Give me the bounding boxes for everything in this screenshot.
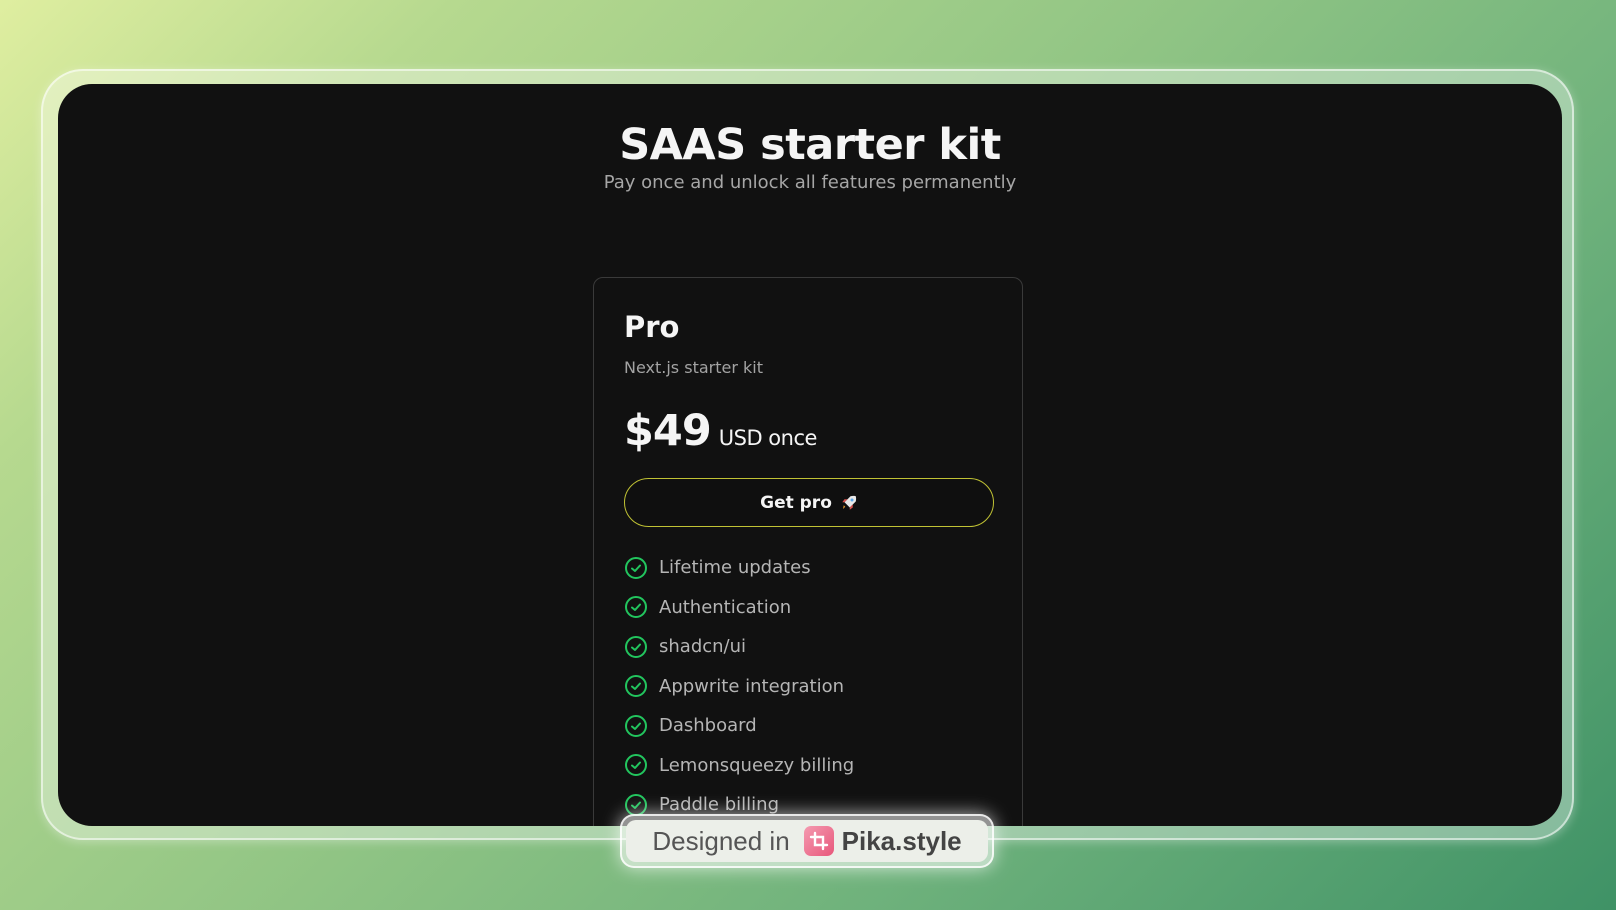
price-suffix: USD once <box>718 426 818 450</box>
get-pro-button[interactable]: Get pro <box>624 478 994 527</box>
feature-item: Lifetime updates <box>624 548 854 588</box>
feature-item: Lemonsqueezy billing <box>624 746 854 786</box>
feature-item: shadcn/ui <box>624 627 854 667</box>
feature-label: Lemonsqueezy billing <box>659 754 855 776</box>
pricing-card: Pro Next.js starter kit $49 USD once Get… <box>593 277 1023 826</box>
feature-item: Dashboard <box>624 706 854 746</box>
plan-description: Next.js starter kit <box>624 358 763 377</box>
check-circle-icon <box>625 556 647 579</box>
watermark-brand: Pika.style <box>803 825 962 857</box>
page-subtitle: Pay once and unlock all features permane… <box>603 172 1017 193</box>
plan-name: Pro <box>624 310 680 344</box>
feature-label: shadcn/ui <box>659 636 747 658</box>
page-title: SAAS starter kit <box>619 120 1001 170</box>
check-circle-icon <box>625 714 647 737</box>
price-amount: $49 <box>624 406 712 456</box>
get-pro-label: Get pro <box>760 492 832 513</box>
feature-label: Paddle billing <box>659 794 779 816</box>
pika-logo-icon <box>803 826 834 856</box>
check-circle-icon <box>625 675 647 698</box>
feature-label: Authentication <box>659 596 792 618</box>
feature-list: Lifetime updates Authentication shadcn/u… <box>624 548 854 825</box>
check-circle-icon <box>625 754 647 777</box>
check-circle-icon <box>625 596 647 619</box>
app-screen: SAAS starter kit Pay once and unlock all… <box>58 84 1562 826</box>
feature-label: Lifetime updates <box>659 557 811 579</box>
feature-label: Dashboard <box>659 715 757 737</box>
feature-item: Appwrite integration <box>624 667 854 707</box>
watermark-prefix: Designed in <box>652 825 790 856</box>
rocket-icon <box>842 495 856 510</box>
check-circle-icon <box>625 635 647 658</box>
feature-label: Appwrite integration <box>659 675 845 697</box>
pika-watermark[interactable]: Designed in Pika.style <box>620 814 994 868</box>
watermark-brand-label: Pika.style <box>841 825 962 856</box>
feature-item: Authentication <box>624 588 854 628</box>
price-row: $49 USD once <box>624 406 817 456</box>
